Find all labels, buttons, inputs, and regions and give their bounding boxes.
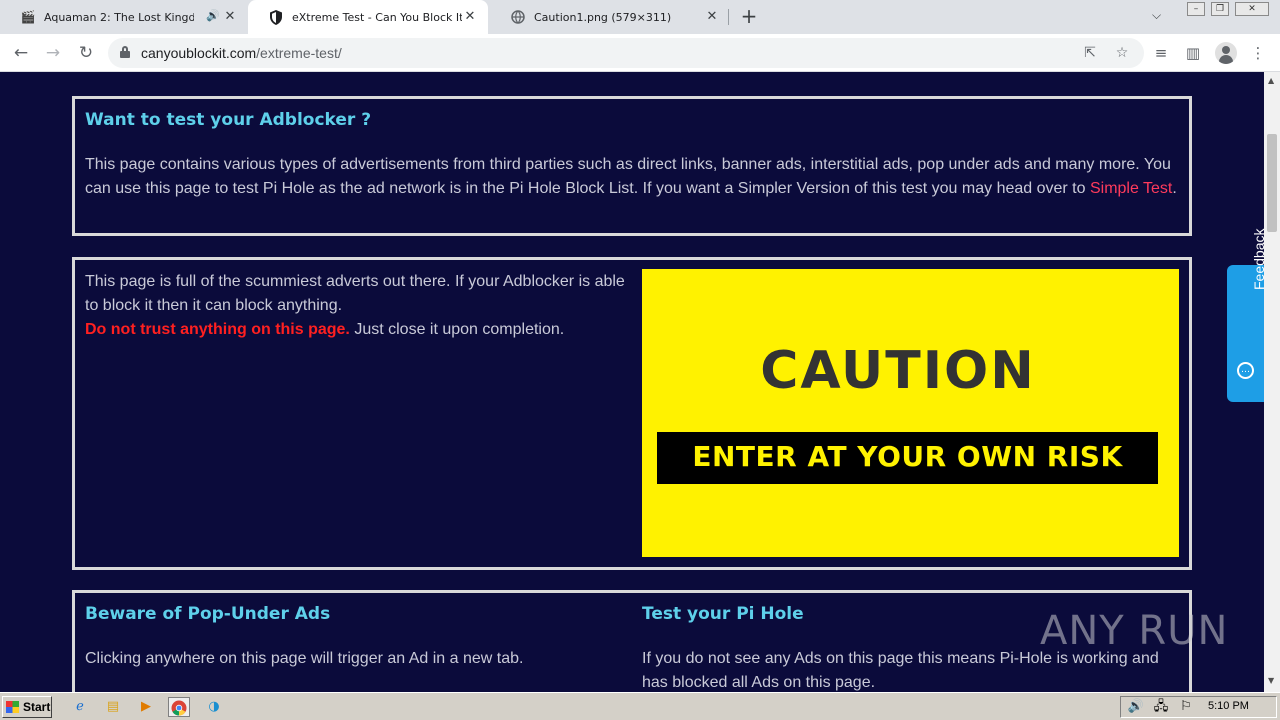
info-box: Beware of Pop-Under Ads Clicking anywher… (72, 590, 1192, 692)
scroll-up-arrow-icon[interactable]: ▲ (1268, 76, 1274, 85)
folder-icon[interactable]: ▤ (102, 697, 124, 717)
start-label: Start (23, 700, 51, 714)
close-upon-completion-text: Just close it upon completion. (349, 321, 565, 338)
feedback-label: Feedback (1251, 228, 1267, 290)
browser-toolbar: ← → ↻ canyoublockit.com/extreme-test/ ⇱ … (0, 34, 1280, 72)
chat-bubble-icon: … (1237, 362, 1254, 379)
ie-icon[interactable]: ℯ (69, 697, 91, 717)
back-button[interactable]: ← (9, 41, 33, 65)
media-queue-icon[interactable]: ≡ (1149, 41, 1173, 65)
tab-separator (728, 9, 729, 25)
tab-search-chevron-icon[interactable]: ⌵ (1152, 8, 1161, 23)
page-scrollbar[interactable]: ▲ ▼ (1264, 72, 1280, 692)
bookmark-star-icon[interactable]: ☆ (1112, 43, 1132, 63)
windows-flag-icon (6, 701, 19, 713)
page-viewport: Want to test your Adblocker ? This page … (0, 72, 1264, 692)
simple-test-link[interactable]: Simple Test (1090, 180, 1172, 197)
edge-icon[interactable]: ◑ (203, 697, 225, 717)
tab-title: eXtreme Test - Can You Block It ? (292, 10, 462, 24)
new-tab-button[interactable]: + (737, 5, 761, 29)
tab-title: Aquaman 2: The Lost Kingdom S (44, 10, 194, 24)
tab-strip: 🎬 Aquaman 2: The Lost Kingdom S 🔊 ✕ eXtr… (0, 0, 1280, 34)
scrollbar-thumb[interactable] (1267, 134, 1277, 232)
windows-taskbar: Start ℯ ▤ ▶ ◑ 🔊 🖧 ⚐ 5:10 PM (0, 692, 1280, 720)
intro-text: This page contains various types of adve… (85, 156, 1171, 197)
profile-avatar[interactable] (1215, 42, 1237, 64)
anyrun-watermark: ANY RUN (1040, 608, 1229, 654)
share-icon[interactable]: ⇱ (1080, 43, 1100, 63)
side-panel-icon[interactable]: ▥ (1181, 41, 1205, 65)
tab-title: Caution1.png (579×311) (534, 10, 672, 24)
close-tab-icon[interactable]: ✕ (704, 9, 720, 25)
do-not-trust-text: Do not trust anything on this page. (85, 321, 350, 338)
start-button[interactable]: Start (2, 696, 52, 718)
caution-image[interactable]: CAUTION ENTER AT YOUR OWN RISK (642, 269, 1179, 557)
chrome-taskbar-icon[interactable] (168, 697, 190, 717)
volume-icon[interactable]: 🔊 (1125, 697, 1147, 717)
network-icon[interactable]: 🖧 (1150, 697, 1172, 717)
tab-extreme-test[interactable]: eXtreme Test - Can You Block It ? ✕ (248, 0, 488, 34)
caution-banner: ENTER AT YOUR OWN RISK (657, 432, 1158, 484)
url-path: /extreme-test/ (256, 45, 342, 61)
globe-icon (510, 9, 526, 25)
close-tab-icon[interactable]: ✕ (222, 9, 238, 25)
address-bar[interactable]: canyoublockit.com/extreme-test/ ⇱ ☆ (108, 38, 1144, 68)
flag-notification-icon[interactable]: ⚐ (1175, 697, 1197, 717)
close-window-button[interactable]: ✕ (1235, 2, 1269, 16)
speaker-icon[interactable]: 🔊 (206, 9, 220, 22)
intro-box: Want to test your Adblocker ? This page … (72, 96, 1192, 236)
system-tray: 🔊 🖧 ⚐ (1120, 696, 1277, 718)
intro-paragraph: This page contains various types of adve… (85, 153, 1177, 201)
pihole-heading: Test your Pi Hole (642, 604, 804, 624)
intro-period: . (1172, 180, 1177, 197)
caution-banner-text: ENTER AT YOUR OWN RISK (692, 440, 1123, 473)
shield-icon (268, 9, 284, 25)
warning-paragraph: This page is full of the scummiest adver… (85, 270, 625, 342)
url-text[interactable]: canyoublockit.com/extreme-test/ (141, 45, 342, 61)
tab-caution-png[interactable]: Caution1.png (579×311) ✕ (490, 0, 728, 34)
forward-button[interactable]: → (41, 41, 65, 65)
url-host: canyoublockit.com (141, 45, 257, 61)
minimize-button[interactable]: – (1187, 2, 1205, 16)
lock-icon[interactable] (120, 46, 130, 58)
popunder-heading: Beware of Pop-Under Ads (85, 604, 331, 624)
restore-button[interactable]: ❐ (1211, 2, 1229, 16)
scroll-down-arrow-icon[interactable]: ▼ (1268, 676, 1274, 685)
kebab-menu-icon[interactable]: ⋮ (1246, 41, 1270, 65)
close-tab-icon[interactable]: ✕ (462, 9, 478, 25)
reload-button[interactable]: ↻ (74, 41, 98, 65)
feedback-button[interactable]: Feedback … (1227, 229, 1267, 402)
taskbar-clock[interactable]: 5:10 PM (1208, 700, 1249, 712)
movie-icon: 🎬 (20, 10, 36, 24)
popunder-text: Clicking anywhere on this page will trig… (85, 650, 524, 667)
caution-title: CAUTION (760, 341, 1036, 401)
intro-heading: Want to test your Adblocker ? (85, 110, 372, 130)
tab-aquaman[interactable]: 🎬 Aquaman 2: The Lost Kingdom S 🔊 ✕ (0, 0, 246, 34)
warning-box: This page is full of the scummiest adver… (72, 257, 1192, 570)
warning-text: This page is full of the scummiest adver… (85, 273, 625, 314)
media-player-icon[interactable]: ▶ (135, 697, 157, 717)
